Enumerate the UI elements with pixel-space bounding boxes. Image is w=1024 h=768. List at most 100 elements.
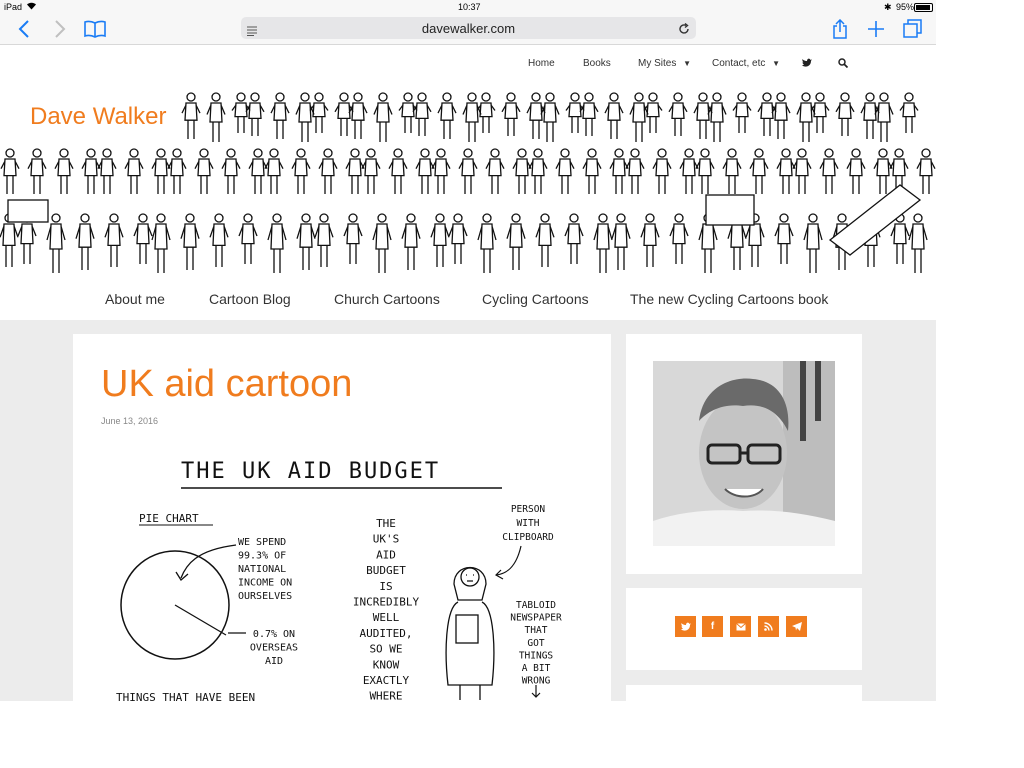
nav-my-sites-label: My Sites xyxy=(638,58,677,69)
bookmarks-icon[interactable] xyxy=(84,18,106,40)
nav-contact-label: Contact, etc xyxy=(712,58,766,69)
crowd-figure-head xyxy=(226,148,236,158)
email-icon[interactable] xyxy=(730,616,751,637)
blank-margin xyxy=(936,0,1024,768)
crowd-figure-body xyxy=(873,158,893,194)
crowd-figure-head xyxy=(406,213,416,223)
nav-contact[interactable]: Contact, etc ▼ xyxy=(712,58,780,69)
crowd-figure-body xyxy=(361,158,381,194)
crowd-figure-head xyxy=(51,213,61,223)
address-bar[interactable]: davewalker.com xyxy=(241,17,696,39)
nav-my-sites[interactable]: My Sites ▼ xyxy=(638,58,691,69)
cartoon-text-line: AID xyxy=(376,548,396,561)
crowd-figure-head xyxy=(779,213,789,223)
crowd-figure-body xyxy=(267,223,287,273)
nav-home[interactable]: Home xyxy=(528,58,555,69)
crowd-figure-head xyxy=(323,148,333,158)
crowd-figure-head xyxy=(301,213,311,223)
crowd-figure-head xyxy=(214,213,224,223)
twitter-icon[interactable] xyxy=(802,58,812,70)
crowd-figure-head xyxy=(102,148,112,158)
bluetooth-icon: ✱ xyxy=(884,2,892,12)
main-nav-cycling-book[interactable]: The new Cycling Cartoons book xyxy=(630,291,828,307)
crowd-figure-body xyxy=(860,102,880,139)
crowd-figure-head xyxy=(353,92,363,102)
crowd-figure-body xyxy=(485,158,505,194)
share-icon[interactable] xyxy=(829,18,851,40)
crowd-figure-body xyxy=(264,158,284,194)
crowd-figure-body xyxy=(167,158,187,194)
crowd-figure-head xyxy=(851,148,861,158)
main-nav-cycling-cartoons[interactable]: Cycling Cartoons xyxy=(482,291,589,307)
sidebar-next-card xyxy=(626,685,862,701)
cartoon-bottom-text: THINGS THAT HAVE BEEN xyxy=(116,691,255,701)
crowd-figure-body xyxy=(348,102,368,139)
post-title[interactable]: UK aid cartoon xyxy=(101,363,352,406)
crowd-figure-body xyxy=(899,102,919,133)
crowd-figure-body xyxy=(611,223,631,270)
crowd-figure-head xyxy=(420,148,430,158)
crowd-figure-head xyxy=(727,148,737,158)
crowd-figure-body xyxy=(669,223,689,264)
cartoon-text-line: AID xyxy=(265,656,283,667)
cartoon-text-line: OURSELVES xyxy=(238,591,292,602)
crowd-figure-body xyxy=(771,102,791,139)
crowd-figure-head xyxy=(614,148,624,158)
crowd-figure-head xyxy=(378,92,388,102)
cartoon-text-line: OVERSEAS xyxy=(250,643,298,654)
crowd-figure-head xyxy=(815,92,825,102)
crowd-figure-body xyxy=(0,158,20,194)
crowd-figure-head xyxy=(797,148,807,158)
reload-icon[interactable] xyxy=(678,22,690,40)
crowd-figure-head xyxy=(700,148,710,158)
telegram-icon[interactable] xyxy=(786,616,807,637)
crowd-figure-body xyxy=(54,158,74,194)
crowd-figure-body xyxy=(398,102,418,133)
crowd-figure-head xyxy=(296,148,306,158)
rss-icon[interactable] xyxy=(758,616,779,637)
crowd-figure-body xyxy=(309,102,329,133)
facebook-icon[interactable]: f xyxy=(702,616,723,637)
crowd-figure-body xyxy=(565,102,585,133)
main-nav-church-cartoons[interactable]: Church Cartoons xyxy=(334,291,440,307)
cartoon-image: THE UK AID BUDGET PIE CHART WE SPEND 99.3… xyxy=(116,459,562,701)
crowd-figure-head xyxy=(630,148,640,158)
cartoon-text-line: WELL xyxy=(373,611,400,624)
crowd-figure-body xyxy=(555,158,575,194)
crowd-figure-body xyxy=(722,158,742,194)
search-icon[interactable] xyxy=(838,58,849,71)
crowd-figure-body xyxy=(604,102,624,139)
crowd-figure-body xyxy=(512,158,532,194)
forward-icon[interactable] xyxy=(49,18,71,40)
crowd-figure-body xyxy=(448,223,468,264)
crowd-figure-head xyxy=(453,213,463,223)
clock: 10:37 xyxy=(458,2,481,12)
crowd-figure-body xyxy=(506,223,526,270)
crowd-figure-body xyxy=(415,158,435,194)
tabs-icon[interactable] xyxy=(902,18,924,40)
site-title[interactable]: Dave Walker xyxy=(28,103,169,131)
crowd-figure-head xyxy=(584,92,594,102)
main-nav-cartoon-blog[interactable]: Cartoon Blog xyxy=(209,291,291,307)
crowd-figure-head xyxy=(350,148,360,158)
crowd-figure-body xyxy=(535,223,555,267)
cartoon-text-line: AUDITED, xyxy=(360,627,413,640)
crowd-figure-head xyxy=(657,148,667,158)
crowd-figure-head xyxy=(436,148,446,158)
new-tab-icon[interactable] xyxy=(865,18,887,40)
crowd-figure-body xyxy=(679,158,699,194)
nav-books[interactable]: Books xyxy=(583,58,611,69)
crowd-figure-body xyxy=(643,102,663,133)
crowd-figure-head xyxy=(463,148,473,158)
crowd-figure-head xyxy=(616,213,626,223)
back-icon[interactable] xyxy=(13,18,35,40)
crowd-figure-head xyxy=(366,148,376,158)
crowd-figure-body xyxy=(727,223,747,270)
main-nav-about[interactable]: About me xyxy=(105,291,165,307)
twitter-icon[interactable] xyxy=(675,616,696,637)
cartoon-text-line: KNOW xyxy=(373,658,400,671)
crowd-figure-body xyxy=(238,223,258,264)
crowd-figure-body xyxy=(774,223,794,264)
crowd-figure-body xyxy=(27,158,47,194)
cartoon-text-line: PERSON xyxy=(511,504,546,515)
